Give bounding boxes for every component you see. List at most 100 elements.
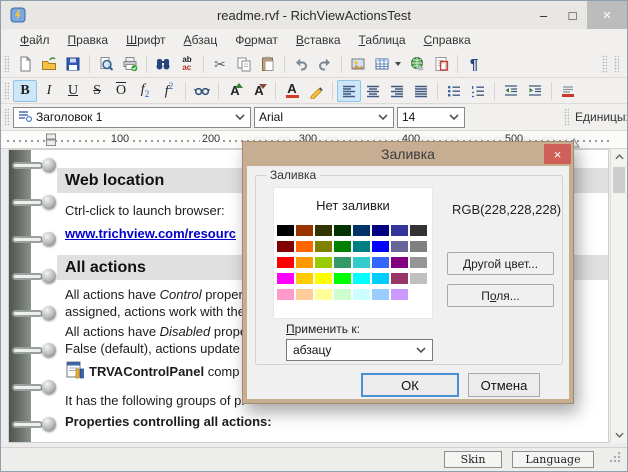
hyperlink-button[interactable]	[405, 53, 429, 75]
palette-color[interactable]	[334, 273, 351, 284]
style-combo[interactable]: Заголовок 1	[13, 107, 251, 128]
toolbar-grip[interactable]	[4, 82, 9, 100]
palette-color[interactable]	[410, 257, 427, 268]
palette-color[interactable]	[296, 289, 313, 300]
palette-color[interactable]	[372, 225, 389, 236]
undo-button[interactable]	[289, 53, 313, 75]
palette-color[interactable]	[334, 289, 351, 300]
menu-item-table[interactable]: Таблица	[350, 31, 415, 49]
language-button[interactable]: Language	[512, 451, 594, 468]
palette-color[interactable]	[315, 257, 332, 268]
palette-color[interactable]	[296, 241, 313, 252]
paste-special-button[interactable]	[429, 53, 453, 75]
dialog-title-bar[interactable]: Заливка ×	[243, 142, 573, 166]
copy-button[interactable]	[232, 53, 256, 75]
paragraph-fill-button[interactable]	[556, 80, 580, 102]
palette-color[interactable]	[296, 225, 313, 236]
palette-color[interactable]	[296, 273, 313, 284]
palette-color[interactable]	[372, 289, 389, 300]
fields-button[interactable]: Поля...	[447, 284, 554, 307]
print-button[interactable]	[118, 53, 142, 75]
toolbar-grip[interactable]	[4, 108, 9, 126]
italic-button[interactable]: I	[37, 80, 61, 102]
menu-item-help[interactable]: Справка	[415, 31, 480, 49]
palette-color[interactable]	[315, 225, 332, 236]
increase-indent-button[interactable]	[523, 80, 547, 102]
palette-color[interactable]	[315, 289, 332, 300]
palette-color[interactable]	[353, 241, 370, 252]
strikethrough-button[interactable]: S	[85, 80, 109, 102]
palette-color[interactable]	[410, 241, 427, 252]
skin-button[interactable]: Skin	[444, 451, 502, 468]
palette-color[interactable]	[391, 273, 408, 284]
print-preview-button[interactable]	[94, 53, 118, 75]
find-button[interactable]	[151, 53, 175, 75]
menu-item-font[interactable]: Шрифт	[117, 31, 174, 49]
ok-button[interactable]: ОК	[361, 373, 459, 397]
palette-color[interactable]	[372, 257, 389, 268]
palette-color[interactable]	[277, 257, 294, 268]
palette-color[interactable]	[410, 273, 427, 284]
chevron-down-icon[interactable]	[416, 347, 426, 353]
doc-hyperlink[interactable]: www.trichview.com/resourc	[65, 226, 236, 241]
palette-color[interactable]	[410, 225, 427, 236]
bold-button[interactable]: B	[13, 80, 37, 102]
palette-color[interactable]	[277, 225, 294, 236]
chevron-down-icon[interactable]	[449, 114, 459, 120]
menu-item-insert[interactable]: Вставка	[287, 31, 350, 49]
redo-button[interactable]	[313, 53, 337, 75]
numbered-list-button[interactable]	[466, 80, 490, 102]
apply-to-combo[interactable]: абзацу	[286, 339, 433, 361]
save-button[interactable]	[61, 53, 85, 75]
show-paragraph-marks-button[interactable]: ¶	[462, 53, 486, 75]
resize-grip[interactable]	[609, 450, 621, 468]
menu-item-paragraph[interactable]: Абзац	[175, 31, 227, 49]
palette-color[interactable]	[334, 241, 351, 252]
palette-color[interactable]	[391, 257, 408, 268]
toolbar-grip[interactable]	[4, 55, 9, 73]
minimize-button[interactable]: –	[529, 1, 558, 29]
toolbar-grip[interactable]	[614, 55, 619, 73]
palette-color[interactable]	[372, 241, 389, 252]
chevron-down-icon[interactable]	[235, 114, 245, 120]
align-right-button[interactable]	[385, 80, 409, 102]
menu-item-format[interactable]: Формат	[226, 31, 287, 49]
cancel-button[interactable]: Отмена	[468, 373, 540, 397]
palette-color[interactable]	[315, 241, 332, 252]
palette-color[interactable]	[353, 225, 370, 236]
maximize-button[interactable]: □	[558, 1, 587, 29]
other-color-button[interactable]: Другой цвет...	[447, 252, 554, 275]
palette-color[interactable]	[353, 289, 370, 300]
open-file-button[interactable]	[37, 53, 61, 75]
insert-image-button[interactable]	[346, 53, 370, 75]
dialog-close-button[interactable]: ×	[544, 144, 571, 164]
palette-color[interactable]	[353, 273, 370, 284]
align-left-button[interactable]	[337, 80, 361, 102]
palette-color[interactable]	[391, 225, 408, 236]
superscript-button[interactable]: f2	[157, 80, 181, 102]
palette-color[interactable]	[296, 257, 313, 268]
justify-button[interactable]	[409, 80, 433, 102]
palette-color[interactable]	[334, 257, 351, 268]
menu-item-file[interactable]: Файл	[11, 31, 59, 49]
palette-color[interactable]	[353, 257, 370, 268]
new-file-button[interactable]	[13, 53, 37, 75]
palette-color[interactable]	[391, 241, 408, 252]
hidden-text-button[interactable]	[190, 80, 214, 102]
paste-button[interactable]	[256, 53, 280, 75]
scrollbar-thumb[interactable]	[613, 167, 625, 193]
palette-color[interactable]	[334, 225, 351, 236]
insert-table-button[interactable]	[370, 53, 394, 75]
font-size-combo[interactable]: 14	[397, 107, 465, 128]
palette-color[interactable]	[315, 273, 332, 284]
palette-color[interactable]	[277, 241, 294, 252]
palette-color[interactable]	[372, 273, 389, 284]
table-dropdown-arrow[interactable]	[395, 62, 401, 66]
highlight-button[interactable]	[304, 80, 328, 102]
font-color-button[interactable]: A	[280, 80, 304, 102]
menu-item-edit[interactable]: Правка	[59, 31, 118, 49]
close-button[interactable]: ×	[587, 1, 627, 29]
bullet-list-button[interactable]	[442, 80, 466, 102]
replace-button[interactable]: abac	[175, 53, 199, 75]
align-center-button[interactable]	[361, 80, 385, 102]
